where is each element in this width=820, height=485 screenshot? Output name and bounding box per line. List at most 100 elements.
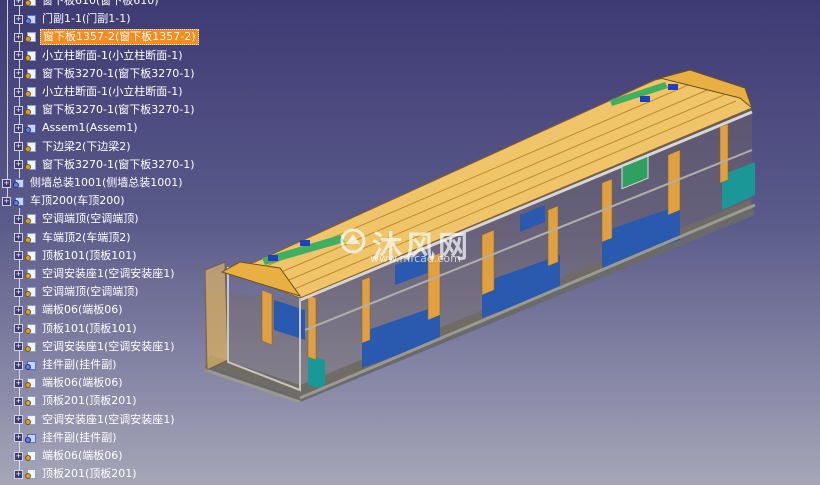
tree-node-label[interactable]: 门副1-1(门副1-1): [40, 12, 133, 26]
expand-toggle-icon[interactable]: +: [2, 196, 11, 206]
tree-node-label[interactable]: 小立柱断面-1(小立柱断面-1): [40, 49, 185, 63]
tree-node-label[interactable]: 车顶200(车顶200): [28, 194, 127, 208]
tree-node-label[interactable]: 车端顶2(车端顶2): [40, 231, 133, 245]
expand-toggle-icon[interactable]: +: [14, 51, 23, 61]
expand-toggle-icon[interactable]: +: [14, 360, 23, 370]
assembly-icon: [25, 359, 38, 371]
expand-toggle-icon[interactable]: +: [14, 342, 23, 352]
expand-toggle-icon[interactable]: +: [14, 0, 23, 6]
assembly-icon: [25, 122, 38, 134]
mfcad-logo-icon: [340, 228, 366, 254]
expand-toggle-icon[interactable]: +: [14, 324, 23, 334]
expand-toggle-icon[interactable]: +: [14, 32, 23, 42]
expand-toggle-icon[interactable]: +: [14, 469, 23, 479]
part-gear-icon: [25, 468, 38, 480]
tree-node[interactable]: + 顶板201(顶板201): [14, 466, 139, 482]
expand-toggle-icon[interactable]: +: [14, 415, 23, 425]
tree-node[interactable]: + 挂件副(挂件副): [14, 357, 119, 373]
expand-toggle-icon[interactable]: +: [14, 14, 23, 24]
tree-node-label[interactable]: 端板06(端板06): [40, 449, 125, 463]
tree-node-label[interactable]: 顶板201(顶板201): [40, 394, 139, 408]
tree-node[interactable]: + 空调安装座1(空调安装座1): [14, 266, 177, 282]
tree-node-label[interactable]: 顶板101(顶板101): [40, 249, 139, 263]
tree-node[interactable]: + 窗下板3270-1(窗下板3270-1): [14, 157, 197, 173]
tree-node-label[interactable]: 窗下板3270-1(窗下板3270-1): [40, 158, 197, 172]
part-gear-icon: [25, 250, 38, 262]
tree-node-label[interactable]: 窗下板3270-1(窗下板3270-1): [40, 67, 197, 81]
tree-node[interactable]: + 车顶200(车顶200): [2, 193, 127, 209]
tree-node[interactable]: + 端板06(端板06): [14, 302, 125, 318]
expand-toggle-icon[interactable]: +: [14, 396, 23, 406]
expand-toggle-icon[interactable]: +: [14, 305, 23, 315]
tree-node[interactable]: + 空调端顶(空调端顶): [14, 211, 141, 227]
tree-node[interactable]: + 窗下板610(窗下板610): [14, 0, 161, 9]
part-gear-icon: [25, 286, 38, 298]
ac-vent: [268, 255, 278, 261]
expand-toggle-icon[interactable]: +: [14, 214, 23, 224]
tree-node-label[interactable]: 空调端顶(空调端顶): [40, 212, 141, 226]
expand-toggle-icon[interactable]: +: [14, 160, 23, 170]
tree-node-label[interactable]: 窗下板1357-2(窗下板1357-2): [40, 29, 199, 46]
tree-node[interactable]: + 窗下板3270-1(窗下板3270-1): [14, 66, 197, 82]
expand-toggle-icon[interactable]: +: [14, 87, 23, 97]
part-gear-icon: [25, 414, 38, 426]
tree-node-label[interactable]: 挂件副(挂件副): [40, 358, 119, 372]
expand-toggle-icon[interactable]: +: [14, 123, 23, 133]
tree-node[interactable]: + 顶板101(顶板101): [14, 248, 139, 264]
tree-node[interactable]: + 车端顶2(车端顶2): [14, 230, 133, 246]
tree-node-label[interactable]: 空调端顶(空调端顶): [40, 285, 141, 299]
tree-node[interactable]: + 窗下板3270-1(窗下板3270-1): [14, 102, 197, 118]
specification-tree[interactable]: + 窗下板610(窗下板610) + 门副1-1(门副1-1) + 窗下板1357-2(窗…: [0, 0, 260, 485]
pillar: [481, 229, 495, 296]
tree-node-label[interactable]: 窗下板3270-1(窗下板3270-1): [40, 103, 197, 117]
tree-node[interactable]: + 窗下板1357-2(窗下板1357-2): [14, 29, 199, 46]
tree-node[interactable]: + 顶板201(顶板201): [14, 393, 139, 409]
tree-node[interactable]: + 小立柱断面-1(小立柱断面-1): [14, 84, 185, 100]
expand-toggle-icon[interactable]: +: [14, 378, 23, 388]
tree-node[interactable]: + 挂件副(挂件副): [14, 430, 119, 446]
tree-node-label[interactable]: 顶板201(顶板201): [40, 467, 139, 481]
tree-node[interactable]: + 下边梁2(下边梁2): [14, 139, 133, 155]
tree-node-label[interactable]: 顶板101(顶板101): [40, 322, 139, 336]
tree-node[interactable]: + 空调端顶(空调端顶): [14, 284, 141, 300]
tree-node-label[interactable]: 小立柱断面-1(小立柱断面-1): [40, 85, 185, 99]
tree-connector: [7, 0, 8, 200]
expand-toggle-icon[interactable]: +: [14, 287, 23, 297]
tree-node-label[interactable]: 空调安装座1(空调安装座1): [40, 340, 177, 354]
tree-node-label[interactable]: 侧墙总装1001(侧墙总装1001): [28, 176, 185, 190]
assembly-icon: [13, 177, 26, 189]
tree-node[interactable]: + 门副1-1(门副1-1): [14, 11, 133, 27]
part-gear-icon: [25, 450, 38, 462]
tree-node[interactable]: + 小立柱断面-1(小立柱断面-1): [14, 48, 185, 64]
part-gear-icon: [25, 213, 38, 225]
expand-toggle-icon[interactable]: +: [14, 69, 23, 79]
tree-node-label[interactable]: 窗下板610(窗下板610): [40, 0, 161, 8]
tree-node[interactable]: + 端板06(端板06): [14, 375, 125, 391]
expand-toggle-icon[interactable]: +: [14, 142, 23, 152]
expand-toggle-icon[interactable]: +: [14, 269, 23, 279]
expand-toggle-icon[interactable]: +: [14, 433, 23, 443]
expand-toggle-icon[interactable]: +: [14, 451, 23, 461]
tree-node-label[interactable]: 挂件副(挂件副): [40, 431, 119, 445]
expand-toggle-icon[interactable]: +: [2, 178, 11, 188]
expand-toggle-icon[interactable]: +: [14, 105, 23, 115]
tree-node[interactable]: + Assem1(Assem1): [14, 120, 140, 136]
tree-node-label[interactable]: 端板06(端板06): [40, 303, 125, 317]
tree-node-label[interactable]: Assem1(Assem1): [40, 121, 140, 135]
tree-node[interactable]: + 端板06(端板06): [14, 448, 125, 464]
assembly-icon: [25, 432, 38, 444]
tree-node-label[interactable]: 空调安装座1(空调安装座1): [40, 413, 177, 427]
expand-toggle-icon[interactable]: +: [14, 251, 23, 261]
part-gear-icon: [25, 86, 38, 98]
tree-node[interactable]: + 侧墙总装1001(侧墙总装1001): [2, 175, 185, 191]
tree-node-label[interactable]: 空调安装座1(空调安装座1): [40, 267, 177, 281]
part-gear-icon: [25, 395, 38, 407]
tree-node[interactable]: + 空调安装座1(空调安装座1): [14, 339, 177, 355]
tree-node[interactable]: + 空调安装座1(空调安装座1): [14, 412, 177, 428]
tree-node[interactable]: + 顶板101(顶板101): [14, 321, 139, 337]
teal-panel: [308, 355, 325, 390]
tree-node-label[interactable]: 端板06(端板06): [40, 376, 125, 390]
tree-node-label[interactable]: 下边梁2(下边梁2): [40, 140, 133, 154]
pillar: [261, 289, 273, 346]
expand-toggle-icon[interactable]: +: [14, 233, 23, 243]
